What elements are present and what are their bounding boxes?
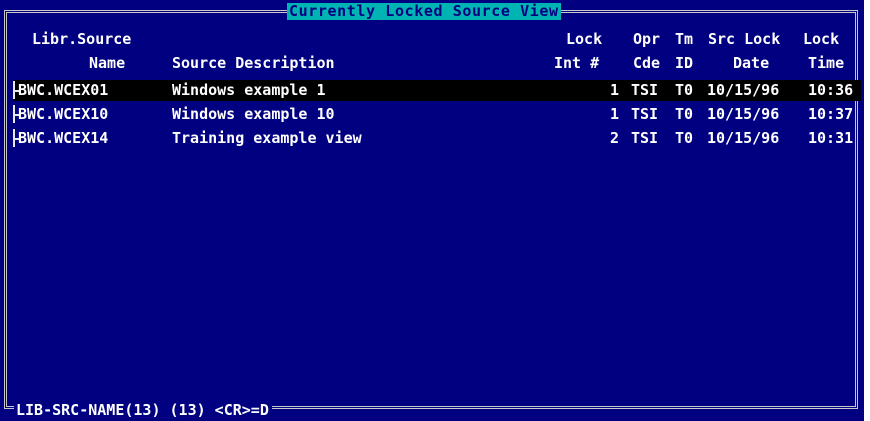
header-tm: Tm — [675, 30, 694, 48]
window-title: Currently Locked Source View — [287, 2, 561, 20]
header-opr: Opr — [633, 30, 661, 48]
cell-time: 10:31 — [808, 129, 854, 147]
cell-name: BWC.WCEX14 — [18, 129, 109, 147]
cell-time: 10:36 — [808, 81, 854, 99]
header-lock: Lock — [566, 30, 603, 48]
header-date: Date — [733, 54, 770, 72]
table-row[interactable]: BWC.WCEX14 Training example view 2 TSI T… — [13, 128, 861, 149]
status-bar: LIB-SRC-NAME(13) (13) <CR>=D — [14, 402, 272, 419]
table-row[interactable]: BWC.WCEX10 Windows example 10 1 TSI T0 1… — [13, 104, 861, 125]
terminal-screen: Currently Locked Source View Libr.Source… — [0, 0, 864, 421]
header-source-description: Source Description — [172, 54, 335, 72]
header-time: Time — [808, 54, 845, 72]
cell-date: 10/15/96 — [707, 105, 780, 123]
header-lock-time-top: Lock — [803, 30, 840, 48]
cell-lock-int: 1 — [610, 105, 620, 123]
window-frame — [4, 10, 858, 409]
cell-date: 10/15/96 — [707, 81, 780, 99]
cell-lock-int: 2 — [610, 129, 620, 147]
cell-lock-int: 1 — [610, 81, 620, 99]
cell-opr-cde: TSI — [631, 129, 659, 147]
cell-tm-id: T0 — [675, 129, 694, 147]
cell-opr-cde: TSI — [631, 105, 659, 123]
header-cde: Cde — [633, 54, 661, 72]
table-row[interactable]: BWC.WCEX01 Windows example 1 1 TSI T0 10… — [13, 80, 861, 101]
cell-name: BWC.WCEX01 — [18, 81, 109, 99]
cell-description: Windows example 10 — [172, 105, 335, 123]
header-src-lock: Src Lock — [708, 30, 781, 48]
cell-date: 10/15/96 — [707, 129, 780, 147]
cell-time: 10:37 — [808, 105, 854, 123]
cell-description: Training example view — [172, 129, 362, 147]
header-int-num: Int # — [554, 54, 600, 72]
header-id: ID — [675, 54, 694, 72]
cell-opr-cde: TSI — [631, 81, 659, 99]
cell-tm-id: T0 — [675, 105, 694, 123]
header-name: Name — [89, 54, 126, 72]
header-libr-source: Libr.Source — [32, 30, 132, 48]
cell-name: BWC.WCEX10 — [18, 105, 109, 123]
cell-tm-id: T0 — [675, 81, 694, 99]
cell-description: Windows example 1 — [172, 81, 326, 99]
